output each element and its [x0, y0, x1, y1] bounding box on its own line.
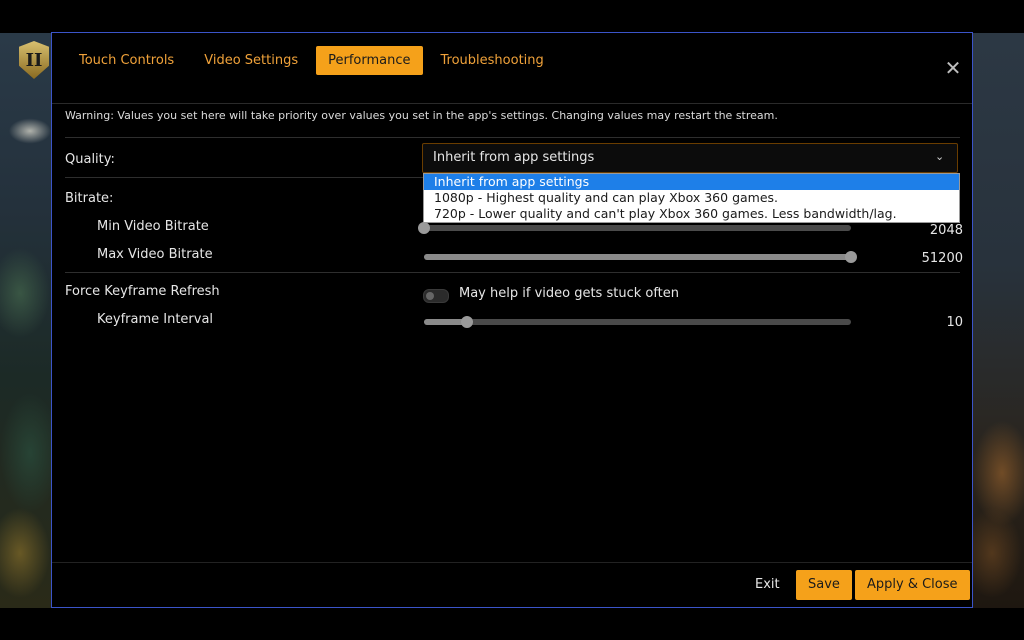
game-background-right: [972, 33, 1024, 608]
keyframe-interval-value: 10: [946, 315, 963, 330]
quality-option-inherit[interactable]: Inherit from app settings: [424, 174, 959, 190]
max-bitrate-label: Max Video Bitrate: [97, 247, 213, 262]
chevron-down-icon: ⌄: [935, 150, 945, 163]
max-bitrate-slider[interactable]: [424, 251, 857, 263]
toggle-knob: [426, 292, 434, 300]
tab-video-settings[interactable]: Video Settings: [192, 46, 310, 75]
close-icon[interactable]: ✕: [944, 58, 962, 78]
quality-label: Quality:: [65, 152, 115, 167]
force-keyframe-label: Force Keyframe Refresh: [65, 284, 220, 299]
footer-divider: [52, 562, 972, 563]
force-keyframe-toggle[interactable]: [423, 289, 449, 303]
quality-selected-value: Inherit from app settings: [433, 150, 595, 165]
save-button[interactable]: Save: [796, 570, 852, 600]
tab-touch-controls[interactable]: Touch Controls: [67, 46, 186, 75]
apply-close-button[interactable]: Apply & Close: [855, 570, 970, 600]
divider: [65, 272, 960, 273]
divider: [65, 137, 960, 138]
slider-thumb[interactable]: [460, 316, 473, 328]
slider-thumb[interactable]: [418, 222, 430, 234]
game-background-left: [0, 33, 52, 608]
quality-select[interactable]: Inherit from app settings ⌄: [422, 143, 958, 173]
keyframe-interval-label: Keyframe Interval: [97, 312, 214, 327]
min-bitrate-slider[interactable]: [418, 222, 851, 234]
tab-bar: Touch Controls Video Settings Performanc…: [67, 46, 556, 75]
min-bitrate-label: Min Video Bitrate: [97, 219, 209, 234]
exit-button[interactable]: Exit: [747, 570, 788, 599]
bitrate-label: Bitrate:: [65, 191, 114, 206]
quality-option-1080p[interactable]: 1080p - Highest quality and can play Xbo…: [424, 190, 959, 206]
quality-option-720p[interactable]: 720p - Lower quality and can't play Xbox…: [424, 206, 959, 222]
tab-troubleshooting[interactable]: Troubleshooting: [429, 46, 556, 75]
slider-fill: [424, 254, 851, 260]
keyframe-interval-slider[interactable]: [424, 316, 851, 328]
header-divider: [52, 103, 972, 104]
stream-settings-dialog: Touch Controls Video Settings Performanc…: [51, 32, 973, 608]
force-keyframe-hint: May help if video gets stuck often: [459, 286, 680, 301]
tab-performance[interactable]: Performance: [316, 46, 423, 75]
warning-text: Warning: Values you set here will take p…: [65, 109, 778, 122]
max-bitrate-value: 51200: [921, 251, 963, 266]
min-bitrate-value: 2048: [929, 223, 963, 238]
quality-dropdown-list: Inherit from app settings 1080p - Highes…: [423, 173, 960, 223]
slider-thumb[interactable]: [845, 251, 857, 263]
